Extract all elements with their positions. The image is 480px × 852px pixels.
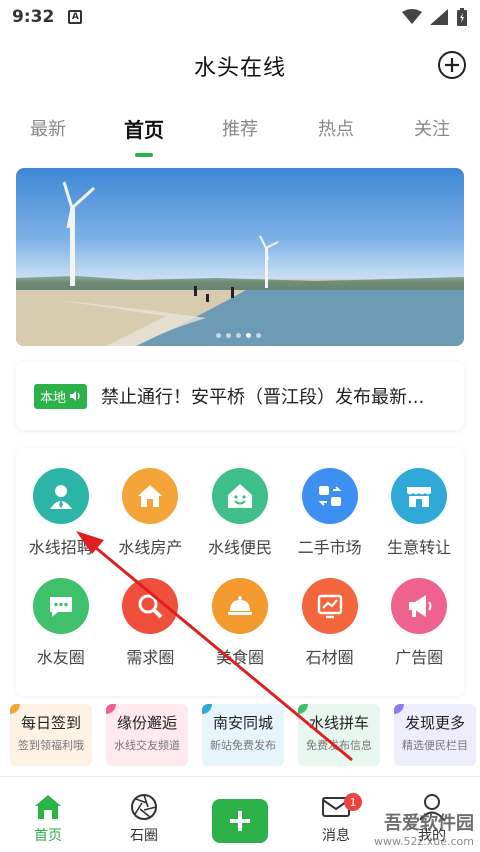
carousel-dot-active[interactable] (246, 333, 251, 338)
watermark-title: 吾爱软件园 (384, 813, 474, 834)
chat-icon (32, 578, 89, 634)
app-header: 水头在线 (0, 34, 480, 98)
service-label: 水线便民 (207, 538, 272, 557)
service-label: 水线招聘 (28, 538, 93, 557)
service-grid: 水线招聘 水线房产 水线便民 二手市场 生意转让 水友圈 需求圈 美食圈 石材圈… (16, 448, 464, 696)
service-stone-circle[interactable]: 石材圈 (285, 578, 375, 668)
signal-icon (430, 9, 448, 25)
chart-icon (301, 578, 358, 634)
quick-link-title: 每日签到 (20, 714, 81, 732)
status-icons (402, 8, 468, 26)
local-badge: 本地 (34, 383, 88, 409)
status-bar: 9:32 A (0, 0, 480, 34)
page-title: 水头在线 (193, 56, 286, 81)
service-label: 美食圈 (215, 648, 264, 667)
smile-house-icon (211, 468, 268, 524)
house-icon (122, 468, 179, 524)
service-label: 二手市场 (297, 538, 362, 557)
service-label: 广告圈 (395, 648, 444, 667)
service-convenience[interactable]: 水线便民 (195, 468, 285, 558)
service-label: 需求圈 (126, 648, 175, 667)
notification-icon: A (68, 10, 83, 24)
nav-messages[interactable]: 1 消息 (288, 777, 384, 852)
service-real-estate[interactable]: 水线房产 (106, 468, 196, 558)
add-button[interactable] (438, 51, 466, 79)
service-food-circle[interactable]: 美食圈 (195, 578, 285, 668)
tab-home[interactable]: 首页 (96, 114, 192, 157)
nav-label: 消息 (322, 828, 350, 844)
plus-circle-icon (445, 58, 459, 72)
carousel-dot[interactable] (236, 333, 241, 338)
local-badge-label: 本地 (40, 390, 67, 406)
quick-link-title: 南安同城 (212, 714, 273, 732)
carousel-dots (216, 333, 261, 338)
carousel-dot[interactable] (216, 333, 221, 338)
watermark: 吾爱软件园 www.52z.xue.com (374, 809, 474, 848)
shop-icon (391, 468, 448, 524)
service-label: 生意转让 (387, 538, 452, 557)
banner-carousel[interactable] (16, 168, 464, 346)
quick-link-title: 发现更多 (404, 714, 465, 732)
battery-icon (457, 8, 467, 26)
home-icon (35, 795, 61, 819)
search-icon (122, 578, 179, 634)
quick-link-subtitle: 新站免费发布 (210, 739, 276, 752)
quick-link-subtitle: 签到领福利哦 (18, 739, 84, 752)
quick-link-nanan[interactable]: 南安同城 新站免费发布 (202, 704, 284, 766)
nav-publish[interactable] (192, 777, 288, 852)
quick-link-subtitle: 精选便民栏目 (402, 739, 468, 752)
aperture-icon (131, 794, 157, 820)
service-label: 水友圈 (36, 648, 85, 667)
quick-link-title: 水线拼车 (308, 714, 369, 732)
speaker-icon (70, 391, 80, 401)
quick-link-discover[interactable]: 发现更多 精选便民栏目 (394, 704, 476, 766)
message-count-badge: 1 (344, 793, 362, 811)
status-time: 9:32 (12, 7, 55, 27)
nav-home[interactable]: 首页 (0, 777, 96, 852)
tab-bar: 最新 首页 推荐 热点 关注 (0, 98, 480, 158)
service-demand-circle[interactable]: 需求圈 (106, 578, 196, 668)
carousel-dot[interactable] (256, 333, 261, 338)
swap-icon (301, 468, 358, 524)
watermark-url: www.52z.xue.com (374, 835, 474, 848)
quick-link-dating[interactable]: 缘份邂逅 水线交友频道 (106, 704, 188, 766)
nav-label: 首页 (34, 828, 62, 844)
service-ad-circle[interactable]: 广告圈 (374, 578, 464, 668)
person-icon (32, 468, 89, 524)
megaphone-icon (391, 578, 448, 634)
quick-link-title: 缘份邂逅 (116, 714, 177, 732)
add-icon (212, 799, 268, 843)
service-label: 水线房产 (118, 538, 183, 557)
banner-image (16, 181, 464, 346)
food-cover-icon (211, 578, 268, 634)
tab-follow[interactable]: 关注 (384, 115, 480, 141)
nav-stone-circle[interactable]: 石圈 (96, 777, 192, 852)
nav-label: 石圈 (130, 828, 158, 844)
quick-links: 每日签到 签到领福利哦 缘份邂逅 水线交友频道 南安同城 新站免费发布 水线拼车… (10, 704, 480, 772)
tab-recommend[interactable]: 推荐 (192, 115, 288, 141)
news-ticker[interactable]: 本地 禁止通行！安平桥（晋江段）发布最新... (16, 362, 464, 430)
wifi-icon (402, 9, 422, 24)
service-label: 石材圈 (305, 648, 354, 667)
quick-link-carpool[interactable]: 水线拼车 免费发布信息 (298, 704, 380, 766)
main-content: 本地 禁止通行！安平桥（晋江段）发布最新... 水线招聘 水线房产 水线便民 二… (0, 158, 480, 776)
quick-link-subtitle: 免费发布信息 (306, 739, 372, 752)
service-friends-circle[interactable]: 水友圈 (16, 578, 106, 668)
quick-link-checkin[interactable]: 每日签到 签到领福利哦 (10, 704, 92, 766)
service-recruitment[interactable]: 水线招聘 (16, 468, 106, 558)
carousel-dot[interactable] (226, 333, 231, 338)
quick-link-subtitle: 水线交友频道 (114, 739, 180, 752)
service-business-transfer[interactable]: 生意转让 (374, 468, 464, 558)
tab-hot[interactable]: 热点 (288, 115, 384, 141)
news-headline: 禁止通行！安平桥（晋江段）发布最新... (101, 387, 425, 408)
tab-latest[interactable]: 最新 (0, 115, 96, 141)
service-second-hand[interactable]: 二手市场 (285, 468, 375, 558)
